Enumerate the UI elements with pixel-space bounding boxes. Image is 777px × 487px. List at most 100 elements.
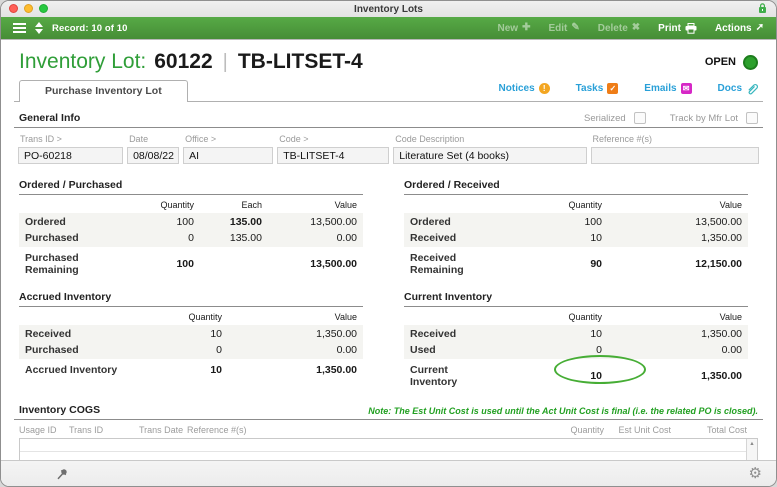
cogs-empty-row (20, 439, 746, 453)
title-separator: | (222, 50, 228, 73)
section-ordered-purchased: Ordered / Purchased Quantity Each Value … (19, 179, 363, 278)
col-quantity: Quantity (568, 200, 602, 210)
table-row: Ordered 100 135.00 13,500.00 (25, 216, 357, 228)
code-description-label: Code Description (395, 134, 465, 144)
section-title: Accrued Inventory (19, 291, 363, 307)
table-row: Received 10 1,350.00 (410, 328, 742, 340)
date-label: Date (129, 134, 149, 144)
lot-code: TB-LITSET-4 (237, 50, 363, 73)
code-description-field[interactable]: Literature Set (4 books) (393, 147, 587, 164)
cogs-empty-row (20, 452, 746, 460)
track-by-mfr-lot-label: Track by Mfr Lot (669, 112, 738, 124)
col-usage-id: Usage ID (19, 425, 57, 435)
page-title: Inventory Lot: (19, 50, 147, 73)
minimize-window-button[interactable] (24, 4, 33, 13)
reference-label: Reference #(s) (592, 134, 653, 144)
emails-link[interactable]: Emails ✉ (644, 83, 692, 94)
traffic-lights (9, 4, 48, 13)
record-counter: Record: 10 of 10 (52, 22, 128, 34)
col-value: Value (719, 312, 742, 322)
menu-icon[interactable] (13, 21, 26, 35)
window-title: Inventory Lots (354, 3, 423, 15)
general-info-fields: Trans ID > PO-60218 Date 08/08/22 Office… (14, 134, 763, 164)
serialized-checkbox[interactable] (633, 112, 646, 124)
trans-id-label: Trans ID > (20, 134, 62, 144)
docs-paperclip-icon (746, 82, 758, 95)
office-field[interactable]: AI (183, 147, 274, 164)
table-total-row: Accrued Inventory 10 1,350.00 (25, 364, 357, 376)
app-window: Inventory Lots Record: 10 of 10 New ✚ Edi… (0, 0, 777, 487)
status-label: OPEN (704, 56, 736, 68)
print-icon (685, 22, 697, 34)
code-field[interactable]: TB-LITSET-4 (277, 147, 390, 164)
titlebar: Inventory Lots (1, 1, 776, 17)
code-label: Code > (279, 134, 309, 144)
table-total-row: Purchased Remaining 100 13,500.00 (25, 252, 357, 276)
col-value: Value (334, 200, 357, 210)
table-row: Used 0 0.00 (410, 344, 742, 356)
lock-icon (758, 3, 767, 14)
edit-pencil-icon: ✎ (571, 22, 580, 33)
print-button[interactable]: Print (658, 22, 697, 34)
table-row: Ordered 100 13,500.00 (410, 216, 742, 228)
record-stepper-icon[interactable] (35, 22, 43, 34)
tab-bar: Purchase Inventory Lot Notices ! Tasks ✓… (14, 80, 763, 102)
new-plus-icon: ✚ (522, 22, 531, 33)
pin-icon[interactable] (55, 467, 69, 481)
col-quantity: Quantity (188, 312, 222, 322)
col-quantity: Quantity (570, 425, 604, 435)
table-row: Purchased 0 135.00 0.00 (25, 232, 357, 244)
general-info-title: General Info (19, 112, 81, 124)
table-total-row: Current Inventory 10 1,350.00 (404, 355, 748, 390)
col-quantity: Quantity (160, 200, 194, 210)
new-button[interactable]: New ✚ (498, 23, 531, 34)
section-title: Ordered / Purchased (19, 179, 363, 195)
trans-id-field[interactable]: PO-60218 (18, 147, 124, 164)
delete-button[interactable]: Delete ✖ (598, 23, 640, 34)
footer-bar: ⚙ (1, 460, 776, 486)
col-est-unit-cost: Est Unit Cost (618, 425, 671, 435)
table-row: Purchased 0 0.00 (25, 344, 357, 356)
reference-field[interactable] (590, 147, 759, 164)
edit-button[interactable]: Edit ✎ (548, 23, 579, 34)
emails-envelope-icon: ✉ (680, 83, 692, 94)
docs-link[interactable]: Docs (718, 82, 758, 95)
cogs-column-headers: Usage ID Trans ID Trans Date Reference #… (14, 425, 763, 438)
notices-link[interactable]: Notices ! (499, 83, 550, 94)
zoom-window-button[interactable] (39, 4, 48, 13)
table-row: Received 10 1,350.00 (410, 232, 742, 244)
status-indicator-icon (743, 54, 758, 70)
delete-x-icon: ✖ (631, 22, 641, 33)
table-total-row: Received Remaining 90 12,150.00 (410, 252, 742, 276)
cogs-scrollbar[interactable]: ▲ ▼ (746, 439, 757, 460)
tasks-link[interactable]: Tasks ✓ (576, 83, 619, 94)
col-trans-date: Trans Date (139, 425, 184, 435)
scroll-up-icon[interactable]: ▲ (749, 441, 754, 447)
tasks-check-icon: ✓ (607, 83, 619, 94)
notices-alert-icon: ! (538, 83, 550, 94)
col-reference: Reference #(s) (187, 425, 247, 435)
cogs-portal: ▲ ▼ (19, 438, 758, 460)
content: Inventory Lot: 60122 | TB-LITSET-4 OPEN … (1, 40, 776, 460)
col-value: Value (719, 200, 742, 210)
toolbar: Record: 10 of 10 New ✚ Edit ✎ Delete ✖ Prin… (1, 17, 776, 40)
serialized-label: Serialized (584, 112, 626, 124)
actions-arrow-icon: ➚ (755, 22, 764, 33)
col-value: Value (334, 312, 357, 322)
section-title: Ordered / Received (404, 179, 748, 195)
cogs-title: Inventory COGS (19, 404, 101, 416)
tab-purchase-inventory-lot[interactable]: Purchase Inventory Lot (19, 80, 188, 102)
actions-button[interactable]: Actions ➚ (715, 23, 764, 34)
lot-number: 60122 (154, 50, 213, 73)
track-by-mfr-lot-checkbox[interactable] (746, 112, 758, 124)
section-title: Current Inventory (404, 291, 748, 307)
section-accrued-inventory: Accrued Inventory Quantity Value Receive… (19, 291, 363, 390)
close-window-button[interactable] (9, 4, 18, 13)
date-field[interactable]: 08/08/22 (127, 147, 180, 164)
gear-icon[interactable]: ⚙ (749, 466, 762, 481)
col-total-cost: Total Cost (706, 425, 747, 435)
col-each: Each (241, 200, 262, 210)
cogs-note: Note: The Est Unit Cost is used until th… (368, 406, 758, 416)
section-current-inventory: Current Inventory Quantity Value Receive… (404, 291, 748, 390)
col-trans-id: Trans ID (69, 425, 104, 435)
